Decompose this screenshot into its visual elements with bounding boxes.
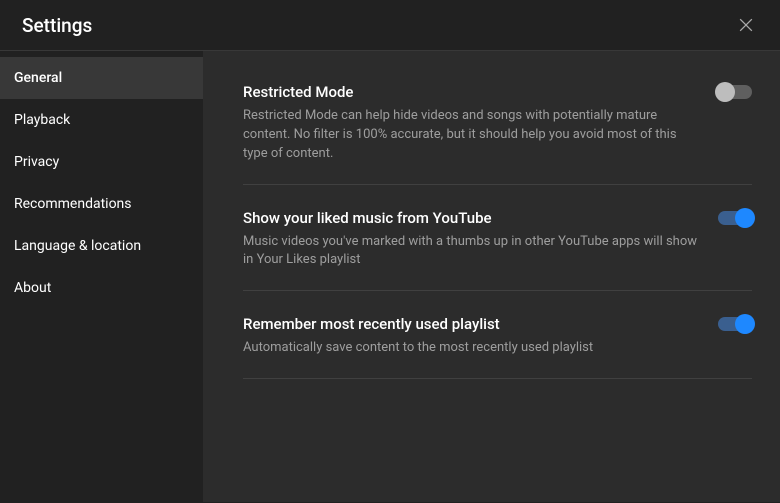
setting-description: Music videos you've marked with a thumbs… <box>243 233 698 271</box>
setting-restricted-mode: Restricted Mode Restricted Mode can help… <box>243 83 752 185</box>
toggle-knob <box>735 314 755 334</box>
sidebar-item-label: Playback <box>14 112 70 128</box>
setting-show-liked-music: Show your liked music from YouTube Music… <box>243 209 752 292</box>
sidebar-item-privacy[interactable]: Privacy <box>0 141 203 183</box>
setting-text: Remember most recently used playlist Aut… <box>243 315 698 358</box>
sidebar-item-playback[interactable]: Playback <box>0 99 203 141</box>
setting-description: Restricted Mode can help hide videos and… <box>243 107 698 164</box>
toggle-knob <box>715 82 735 102</box>
setting-title: Remember most recently used playlist <box>243 315 698 333</box>
sidebar-item-label: Language & location <box>14 238 141 254</box>
setting-remember-playlist: Remember most recently used playlist Aut… <box>243 315 752 379</box>
sidebar: General Playback Privacy Recommendations… <box>0 51 203 502</box>
sidebar-item-label: About <box>14 280 51 296</box>
page-title: Settings <box>22 14 92 37</box>
sidebar-item-label: Privacy <box>14 154 59 170</box>
setting-title: Show your liked music from YouTube <box>243 209 698 227</box>
sidebar-item-label: General <box>14 70 62 86</box>
sidebar-item-language-location[interactable]: Language & location <box>0 225 203 267</box>
sidebar-item-about[interactable]: About <box>0 267 203 309</box>
settings-body: General Playback Privacy Recommendations… <box>0 51 780 502</box>
toggle-restricted-mode[interactable] <box>718 85 752 99</box>
close-button[interactable] <box>734 13 758 37</box>
setting-title: Restricted Mode <box>243 83 698 101</box>
sidebar-item-recommendations[interactable]: Recommendations <box>0 183 203 225</box>
settings-content: Restricted Mode Restricted Mode can help… <box>203 51 780 502</box>
toggle-remember-playlist[interactable] <box>718 317 752 331</box>
sidebar-item-general[interactable]: General <box>0 57 203 99</box>
setting-description: Automatically save content to the most r… <box>243 339 698 358</box>
setting-text: Show your liked music from YouTube Music… <box>243 209 698 271</box>
settings-header: Settings <box>0 0 780 51</box>
setting-head: Remember most recently used playlist Aut… <box>243 315 752 358</box>
toggle-show-liked-music[interactable] <box>718 211 752 225</box>
setting-text: Restricted Mode Restricted Mode can help… <box>243 83 698 164</box>
toggle-knob <box>735 208 755 228</box>
close-icon <box>736 15 756 35</box>
sidebar-item-label: Recommendations <box>14 196 132 212</box>
setting-head: Show your liked music from YouTube Music… <box>243 209 752 271</box>
setting-head: Restricted Mode Restricted Mode can help… <box>243 83 752 164</box>
